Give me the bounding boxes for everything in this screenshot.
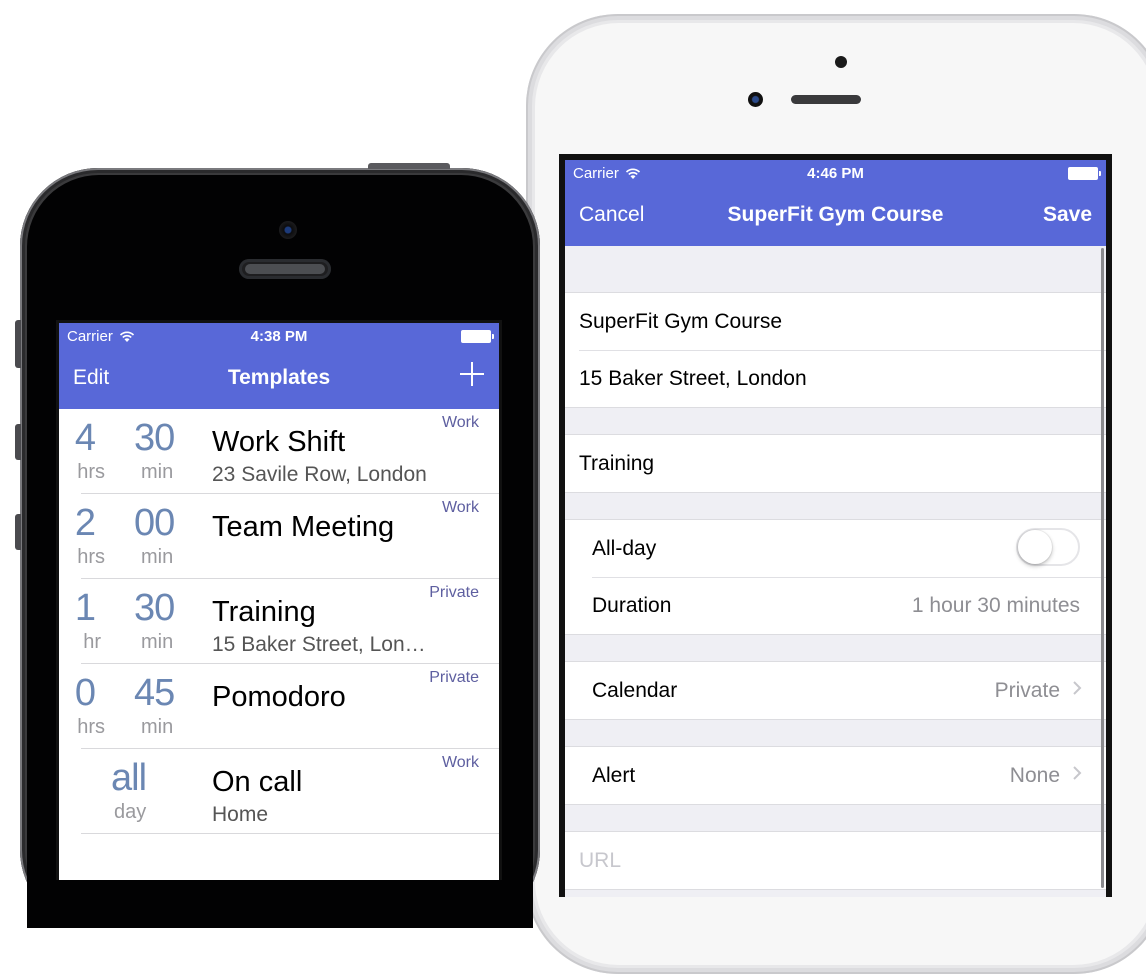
minutes-unit: min — [141, 461, 174, 483]
minutes-value: 00 — [134, 502, 175, 544]
scrollbar[interactable] — [1101, 248, 1104, 888]
hours-value: 2 — [74, 502, 96, 544]
calendar-badge: Work — [441, 754, 479, 771]
volume-down-button — [15, 514, 21, 550]
template-title: Pomodoro — [212, 681, 346, 713]
chevron-right-icon — [1073, 766, 1082, 780]
location-field[interactable]: 15 Baker Street, London — [565, 350, 1106, 407]
allday-toggle[interactable] — [1016, 528, 1080, 566]
list-item[interactable]: 4 30 hrs min Work Shift 23 Savile Row, L… — [59, 409, 499, 494]
mute-switch — [15, 320, 21, 368]
template-location: 23 Savile Row, London — [212, 463, 427, 486]
front-camera-icon — [748, 92, 763, 107]
hours-unit: hr — [83, 631, 101, 653]
nav-bar: Edit Templates — [59, 349, 499, 409]
list-item[interactable]: 1 30 hr min Training 15 Baker Street, Lo… — [59, 579, 499, 664]
allday-label: All-day — [592, 537, 657, 560]
templates-list: 4 30 hrs min Work Shift 23 Savile Row, L… — [59, 409, 499, 834]
url-field[interactable]: URL — [565, 832, 1106, 889]
template-title: On call — [212, 766, 303, 798]
alert-group: Alert None — [565, 746, 1106, 805]
title-location-group: SuperFit Gym Course 15 Baker Street, Lon… — [565, 292, 1106, 408]
hours-value: 0 — [74, 672, 96, 714]
minutes-value: 30 — [134, 587, 175, 629]
calendar-group: Calendar Private — [565, 661, 1106, 720]
status-bar: Carrier 4:46 PM — [565, 160, 1106, 186]
list-item[interactable]: 2 00 hrs min Team Meeting Work — [59, 494, 499, 579]
minutes-value: 45 — [134, 672, 175, 714]
calendar-badge: Work — [441, 414, 479, 431]
minutes-unit: min — [141, 546, 174, 568]
list-item[interactable]: all day On call Home Work — [59, 749, 499, 834]
minutes-unit: min — [141, 631, 174, 653]
url-group: URL — [565, 831, 1106, 890]
hours-value: 1 — [74, 587, 96, 629]
hours-value: 4 — [74, 417, 96, 459]
template-title: Team Meeting — [212, 511, 395, 543]
duration-value: 1 hour 30 minutes — [911, 594, 1080, 617]
notes-group: Training — [565, 434, 1106, 493]
duration-label: Duration — [592, 594, 672, 617]
status-time: 4:46 PM — [807, 165, 864, 182]
page-title: Templates — [227, 366, 331, 389]
plus-icon — [460, 362, 484, 386]
proximity-sensor — [835, 56, 847, 68]
alert-label: Alert — [592, 764, 636, 787]
calendar-row[interactable]: Calendar Private — [565, 662, 1106, 719]
notes-field[interactable]: Training — [565, 435, 1106, 492]
battery-icon — [1068, 167, 1101, 180]
calendar-label: Calendar — [592, 679, 678, 702]
template-location: 15 Baker Street, Lon… — [212, 633, 426, 656]
template-location: Home — [212, 803, 269, 826]
volume-up-button — [15, 424, 21, 460]
hours-unit: hrs — [77, 716, 105, 738]
nav-bar: Cancel SuperFit Gym Course Save — [565, 186, 1106, 246]
allday-row: All-day — [565, 520, 1106, 577]
hours-unit: hrs — [77, 546, 105, 568]
status-time: 4:38 PM — [250, 328, 308, 345]
alert-value: None — [1009, 764, 1060, 787]
status-bar: Carrier 4:38 PM — [59, 323, 499, 349]
time-group: All-day Duration 1 hour 30 minutes — [565, 519, 1106, 635]
calendar-badge: Private — [429, 669, 479, 686]
templates-screen: Carrier 4:38 PM Edit Templates 4 30 hrs … — [56, 320, 502, 880]
front-camera-icon — [279, 221, 297, 239]
calendar-badge: Work — [441, 499, 479, 516]
chevron-right-icon — [1073, 681, 1082, 695]
allday-unit: day — [114, 801, 147, 823]
allday-value: all — [111, 757, 147, 799]
save-button[interactable]: Save — [1043, 203, 1092, 227]
template-title: Training — [212, 596, 316, 628]
power-button — [368, 163, 450, 169]
add-template-button[interactable] — [459, 361, 485, 393]
toggle-knob — [1018, 530, 1052, 564]
title-field[interactable]: SuperFit Gym Course — [565, 293, 1106, 350]
earpiece-speaker — [791, 95, 861, 104]
alert-row[interactable]: Alert None — [565, 747, 1106, 804]
minutes-value: 30 — [134, 417, 175, 459]
list-item[interactable]: 0 45 hrs min Pomodoro Private — [59, 664, 499, 749]
hours-unit: hrs — [77, 461, 105, 483]
earpiece-speaker — [239, 259, 331, 279]
calendar-value: Private — [994, 679, 1060, 702]
calendar-badge: Private — [429, 584, 479, 601]
minutes-unit: min — [141, 716, 174, 738]
edit-screen: Carrier 4:46 PM Cancel SuperFit Gym Cour… — [559, 154, 1112, 897]
battery-icon — [461, 330, 494, 343]
template-title: Work Shift — [212, 426, 346, 458]
page-title: SuperFit Gym Course — [727, 203, 944, 226]
duration-row[interactable]: Duration 1 hour 30 minutes — [565, 577, 1106, 634]
url-placeholder: URL — [579, 849, 622, 872]
